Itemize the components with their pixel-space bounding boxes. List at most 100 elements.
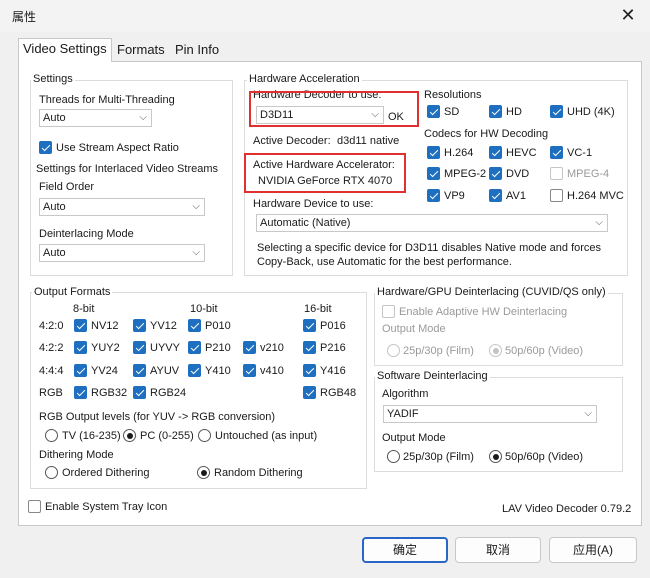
fmt-p010-label: P010 xyxy=(205,320,231,332)
hw-mode-film-radio[interactable] xyxy=(387,344,400,357)
adaptive-deint-checkbox[interactable] xyxy=(382,305,395,318)
fmt-v210-checkbox[interactable] xyxy=(243,341,256,354)
codec-mpeg2-checkbox[interactable] xyxy=(427,167,440,180)
levels-untouched-label: Untouched (as input) xyxy=(215,430,318,442)
codec-h264-label: H.264 xyxy=(444,147,474,159)
deint-mode-label: Deinterlacing Mode xyxy=(39,228,134,240)
fmt-v410-checkbox[interactable] xyxy=(243,364,256,377)
algorithm-select[interactable]: YADIF ⌵ xyxy=(383,405,597,423)
fmt-ayuv-checkbox[interactable] xyxy=(133,364,146,377)
sw-mode-video-radio[interactable] xyxy=(489,450,502,463)
deint-mode-select[interactable]: Auto ⌵ xyxy=(39,244,205,262)
field-order-select[interactable]: Auto ⌵ xyxy=(39,198,205,216)
dither-random-radio[interactable] xyxy=(197,466,210,479)
fmt-p016-checkbox[interactable] xyxy=(303,319,316,332)
levels-pc-label: PC (0-255) xyxy=(140,430,194,442)
fmt-yv24-checkbox[interactable] xyxy=(74,364,87,377)
fmt-p216-checkbox[interactable] xyxy=(303,341,316,354)
row-444: 4:4:4 xyxy=(39,365,64,377)
levels-tv-label: TV (16-235) xyxy=(62,430,121,442)
tab-formats[interactable]: Formats xyxy=(113,40,169,62)
apply-button[interactable]: 应用(A) xyxy=(549,537,637,563)
algorithm-label: Algorithm xyxy=(382,388,429,400)
fmt-rgb24-checkbox[interactable] xyxy=(133,386,146,399)
hw-mode-video-radio[interactable] xyxy=(489,344,502,357)
res-sd-checkbox[interactable] xyxy=(427,105,440,118)
fmt-y416-checkbox[interactable] xyxy=(303,364,316,377)
codec-mpeg4-checkbox[interactable] xyxy=(550,167,563,180)
fmt-yuy2-checkbox[interactable] xyxy=(74,341,87,354)
fmt-nv12-label: NV12 xyxy=(91,320,119,332)
fmt-v210-label: v210 xyxy=(260,342,284,354)
fmt-y410-label: Y410 xyxy=(205,365,231,377)
chevron-down-icon: ⌵ xyxy=(595,217,603,228)
tray-icon-label: Enable System Tray Icon xyxy=(45,501,168,513)
fmt-rgb48-checkbox[interactable] xyxy=(303,386,316,399)
fmt-rgb48-label: RGB48 xyxy=(320,387,357,399)
dither-random-label: Random Dithering xyxy=(214,467,303,479)
tab-video-settings[interactable]: Video Settings xyxy=(18,38,112,62)
sw-mode-film-radio[interactable] xyxy=(387,450,400,463)
tab-pin-info[interactable]: Pin Info xyxy=(171,40,223,62)
codec-mpeg2-label: MPEG-2 xyxy=(444,168,487,180)
levels-pc-radio[interactable] xyxy=(123,429,136,442)
codec-dvd-checkbox[interactable] xyxy=(489,167,502,180)
title-bar xyxy=(0,0,650,32)
tray-icon-checkbox[interactable] xyxy=(28,500,41,513)
threads-select[interactable]: Auto ⌵ xyxy=(39,109,152,127)
levels-tv-radio[interactable] xyxy=(45,429,58,442)
fmt-rgb32-label: RGB32 xyxy=(91,387,128,399)
codec-hevc-checkbox[interactable] xyxy=(489,146,502,159)
levels-untouched-radio[interactable] xyxy=(198,429,211,442)
codec-h264mvc-checkbox[interactable] xyxy=(550,189,563,202)
dither-label: Dithering Mode xyxy=(39,449,114,461)
fmt-yv12-checkbox[interactable] xyxy=(133,319,146,332)
codec-hevc-label: HEVC xyxy=(506,147,537,159)
active-decoder-label: Active Decoder: xyxy=(253,135,331,147)
fmt-rgb24-label: RGB24 xyxy=(150,387,187,399)
dither-ordered-label: Ordered Dithering xyxy=(62,467,150,479)
fmt-yuy2-label: YUY2 xyxy=(91,342,120,354)
sw-output-mode-label: Output Mode xyxy=(382,432,446,444)
fmt-p010-checkbox[interactable] xyxy=(188,319,201,332)
col-10bit: 10-bit xyxy=(190,303,218,315)
res-hd-checkbox[interactable] xyxy=(489,105,502,118)
codec-h264-checkbox[interactable] xyxy=(427,146,440,159)
close-icon[interactable]: ✕ xyxy=(614,2,642,28)
ok-button[interactable]: 确定 xyxy=(362,537,448,563)
field-order-label: Field Order xyxy=(39,181,95,193)
fmt-p210-label: P210 xyxy=(205,342,231,354)
threads-value: Auto xyxy=(43,112,66,124)
chevron-down-icon: ⌵ xyxy=(192,247,200,258)
algorithm-value: YADIF xyxy=(387,408,419,420)
fmt-uyvy-checkbox[interactable] xyxy=(133,341,146,354)
fmt-ayuv-label: AYUV xyxy=(150,365,180,377)
highlight-box xyxy=(249,91,419,127)
row-420: 4:2:0 xyxy=(39,320,64,332)
row-rgb: RGB xyxy=(39,387,63,399)
dither-ordered-radio[interactable] xyxy=(45,466,58,479)
cancel-button[interactable]: 取消 xyxy=(455,537,541,563)
row-422: 4:2:2 xyxy=(39,342,64,354)
fmt-rgb32-checkbox[interactable] xyxy=(74,386,87,399)
device-value: Automatic (Native) xyxy=(260,217,351,229)
fmt-p016-label: P016 xyxy=(320,320,346,332)
codec-av1-checkbox[interactable] xyxy=(489,189,502,202)
fmt-nv12-checkbox[interactable] xyxy=(74,319,87,332)
device-select[interactable]: Automatic (Native) ⌵ xyxy=(256,214,608,232)
threads-label: Threads for Multi-Threading xyxy=(39,94,175,106)
codecs-title: Codecs for HW Decoding xyxy=(424,128,549,140)
fmt-y410-checkbox[interactable] xyxy=(188,364,201,377)
codec-vp9-checkbox[interactable] xyxy=(427,189,440,202)
res-uhd-checkbox[interactable] xyxy=(550,105,563,118)
hw-deint-title: Hardware/GPU Deinterlacing (CUVID/QS onl… xyxy=(375,286,608,298)
codec-vc1-checkbox[interactable] xyxy=(550,146,563,159)
version-label: LAV Video Decoder 0.79.2 xyxy=(502,503,632,515)
fmt-p210-checkbox[interactable] xyxy=(188,341,201,354)
stream-aspect-checkbox[interactable] xyxy=(39,141,52,154)
interlaced-title: Settings for Interlaced Video Streams xyxy=(36,163,219,175)
chevron-down-icon: ⌵ xyxy=(192,201,200,212)
settings-group-title: Settings xyxy=(31,73,75,85)
codec-mpeg4-label: MPEG-4 xyxy=(567,168,610,180)
sw-mode-video-label: 50p/60p (Video) xyxy=(505,451,584,463)
